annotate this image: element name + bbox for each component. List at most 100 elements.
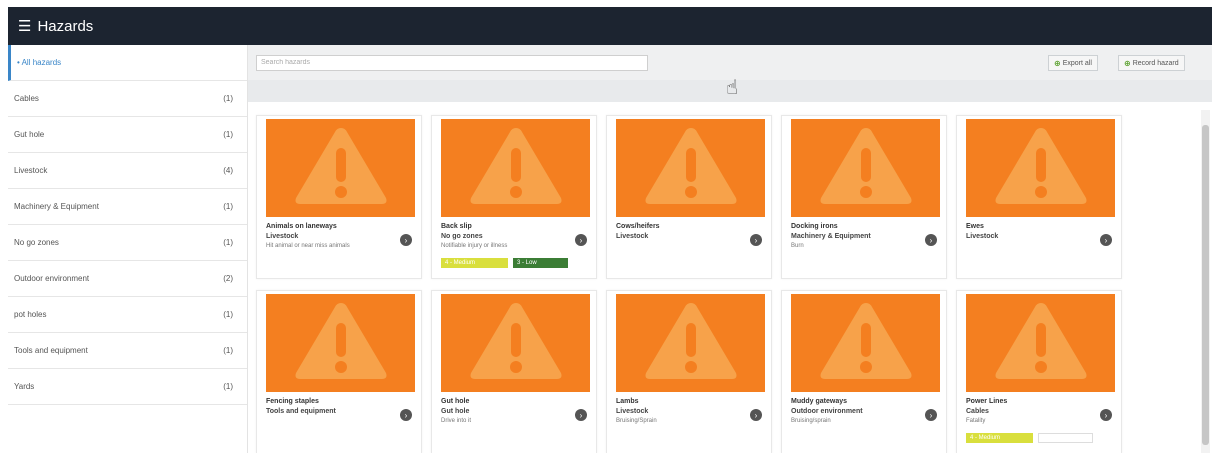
export-all-button[interactable]: ⊕ Export all	[1048, 55, 1098, 71]
sidebar-item[interactable]: Livestock (4)	[8, 153, 247, 189]
warning-icon	[641, 124, 741, 213]
hazard-card[interactable]: Lambs Livestock Bruising/Sprain ›	[606, 290, 772, 453]
hazard-category: Machinery & Equipment	[791, 233, 871, 240]
hazard-name: Gut hole	[441, 398, 470, 405]
hazard-card[interactable]: Cows/heifers Livestock ›	[606, 115, 772, 279]
hazard-name: Ewes	[966, 223, 984, 230]
risk-badge	[1038, 433, 1093, 443]
warning-icon	[466, 299, 566, 388]
hazard-card[interactable]: Back slip No go zones Notifiable injury or…	[431, 115, 597, 279]
hazard-card[interactable]: Animals on laneways Livestock Hit animal o…	[256, 115, 422, 279]
hazard-name: Power Lines	[966, 398, 1008, 405]
sidebar-item[interactable]: • All hazards	[8, 45, 247, 81]
hand-cursor-icon: ☝	[726, 77, 739, 99]
chevron-right-icon[interactable]: ›	[400, 234, 412, 246]
sidebar-item[interactable]: Outdoor environment (2)	[8, 261, 247, 297]
hazard-name: Cows/heifers	[616, 223, 660, 230]
sidebar-item[interactable]: Cables (1)	[8, 81, 247, 117]
warning-icon	[291, 124, 391, 213]
sidebar: • All hazards Cables (1) Gut hole (1) Livesto…	[8, 45, 248, 453]
warning-icon	[816, 124, 916, 213]
chevron-right-icon[interactable]: ›	[400, 409, 412, 421]
warning-icon	[291, 299, 391, 388]
plus-icon: ⊕	[1124, 58, 1131, 68]
hamburger-icon[interactable]: ☰	[18, 19, 31, 34]
top-header: ☰ Hazards	[8, 7, 1212, 45]
hazard-description: Bruising/Sprain	[616, 418, 657, 424]
sidebar-item-label: All hazards	[21, 58, 62, 67]
hazard-description: Bruising/sprain	[791, 418, 831, 424]
hazard-thumbnail[interactable]	[791, 119, 940, 217]
chevron-right-icon[interactable]: ›	[750, 409, 762, 421]
sidebar-item-label: Tools and equipment	[14, 346, 88, 355]
hazard-thumbnail[interactable]	[966, 294, 1115, 392]
sidebar-item-count: (1)	[223, 130, 233, 139]
sidebar-item-count: (1)	[223, 94, 233, 103]
hazard-category: Livestock	[616, 233, 649, 240]
sidebar-item-count: (1)	[223, 310, 233, 319]
hazard-description: Notifiable injury or illness	[441, 243, 508, 249]
hazard-name: Lambs	[616, 398, 639, 405]
chevron-right-icon[interactable]: ›	[1100, 409, 1112, 421]
hazard-thumbnail[interactable]	[441, 294, 590, 392]
hazard-category: Gut hole	[441, 408, 470, 415]
hazard-card[interactable]: Ewes Livestock ›	[956, 115, 1122, 279]
sidebar-item[interactable]: Machinery & Equipment (1)	[8, 189, 247, 225]
sidebar-item-count: (1)	[223, 202, 233, 211]
hazard-description: Hit animal or near miss animals	[266, 243, 350, 249]
warning-icon	[816, 299, 916, 388]
chevron-right-icon[interactable]: ›	[575, 409, 587, 421]
sidebar-item[interactable]: pot holes (1)	[8, 297, 247, 333]
sidebar-item-label: Yards	[14, 382, 35, 391]
warning-icon	[641, 299, 741, 388]
export-all-label: Export all	[1062, 59, 1092, 67]
sidebar-item-label: Cables	[14, 94, 39, 103]
chevron-right-icon[interactable]: ›	[1100, 234, 1112, 246]
chevron-right-icon[interactable]: ›	[575, 234, 587, 246]
sidebar-item[interactable]: Yards (1)	[8, 369, 247, 405]
risk-badge: 3 - Low	[513, 258, 568, 268]
sidebar-item[interactable]: Gut hole (1)	[8, 117, 247, 153]
sidebar-item-label: pot holes	[14, 310, 47, 319]
hazard-thumbnail[interactable]	[616, 294, 765, 392]
search-input[interactable]	[256, 54, 648, 71]
hazard-card[interactable]: Power Lines Cables Fatality › 4 - Medium	[956, 290, 1122, 453]
hazard-name: Muddy gateways	[791, 398, 848, 405]
chevron-right-icon[interactable]: ›	[750, 234, 762, 246]
sidebar-item-count: (1)	[223, 238, 233, 247]
sidebar-item-label: Gut hole	[14, 130, 45, 139]
sidebar-item-count: (4)	[223, 166, 233, 175]
hazard-category: Livestock	[966, 233, 999, 240]
hazard-category: No go zones	[441, 233, 483, 240]
warning-icon	[466, 124, 566, 213]
hazard-card[interactable]: Fencing staples Tools and equipment ›	[256, 290, 422, 453]
record-hazard-button[interactable]: ⊕ Record hazard	[1118, 55, 1185, 71]
sidebar-item[interactable]: Tools and equipment (1)	[8, 333, 247, 369]
hazard-card[interactable]: Docking irons Machinery & Equipment Burn ›	[781, 115, 947, 279]
chevron-right-icon[interactable]: ›	[925, 234, 937, 246]
hazard-card[interactable]: Gut hole Gut hole Drive into it ›	[431, 290, 597, 453]
hazard-thumbnail[interactable]	[616, 119, 765, 217]
hazard-name: Back slip	[441, 223, 472, 230]
hazard-card[interactable]: Muddy gateways Outdoor environment Bruisin…	[781, 290, 947, 453]
record-hazard-label: Record hazard	[1132, 59, 1179, 67]
risk-badge: 4 - Medium	[966, 433, 1033, 443]
scrollbar-thumb[interactable]	[1202, 125, 1209, 445]
hazard-category: Tools and equipment	[266, 408, 336, 415]
hazard-thumbnail[interactable]	[266, 119, 415, 217]
plus-icon: ⊕	[1054, 58, 1061, 68]
hazard-category: Cables	[966, 408, 989, 415]
hazard-thumbnail[interactable]	[791, 294, 940, 392]
hazard-thumbnail[interactable]	[266, 294, 415, 392]
sidebar-item-count: (1)	[223, 346, 233, 355]
hazard-description: Fatality	[966, 418, 986, 424]
sidebar-item-count: (2)	[223, 274, 233, 283]
hazard-thumbnail[interactable]	[966, 119, 1115, 217]
hazard-name: Animals on laneways	[266, 223, 337, 230]
sidebar-item[interactable]: No go zones (1)	[8, 225, 247, 261]
sidebar-item-label: Machinery & Equipment	[14, 202, 99, 211]
hazard-name: Fencing staples	[266, 398, 319, 405]
chevron-right-icon[interactable]: ›	[925, 409, 937, 421]
hazard-thumbnail[interactable]	[441, 119, 590, 217]
sidebar-item-count: (1)	[223, 382, 233, 391]
